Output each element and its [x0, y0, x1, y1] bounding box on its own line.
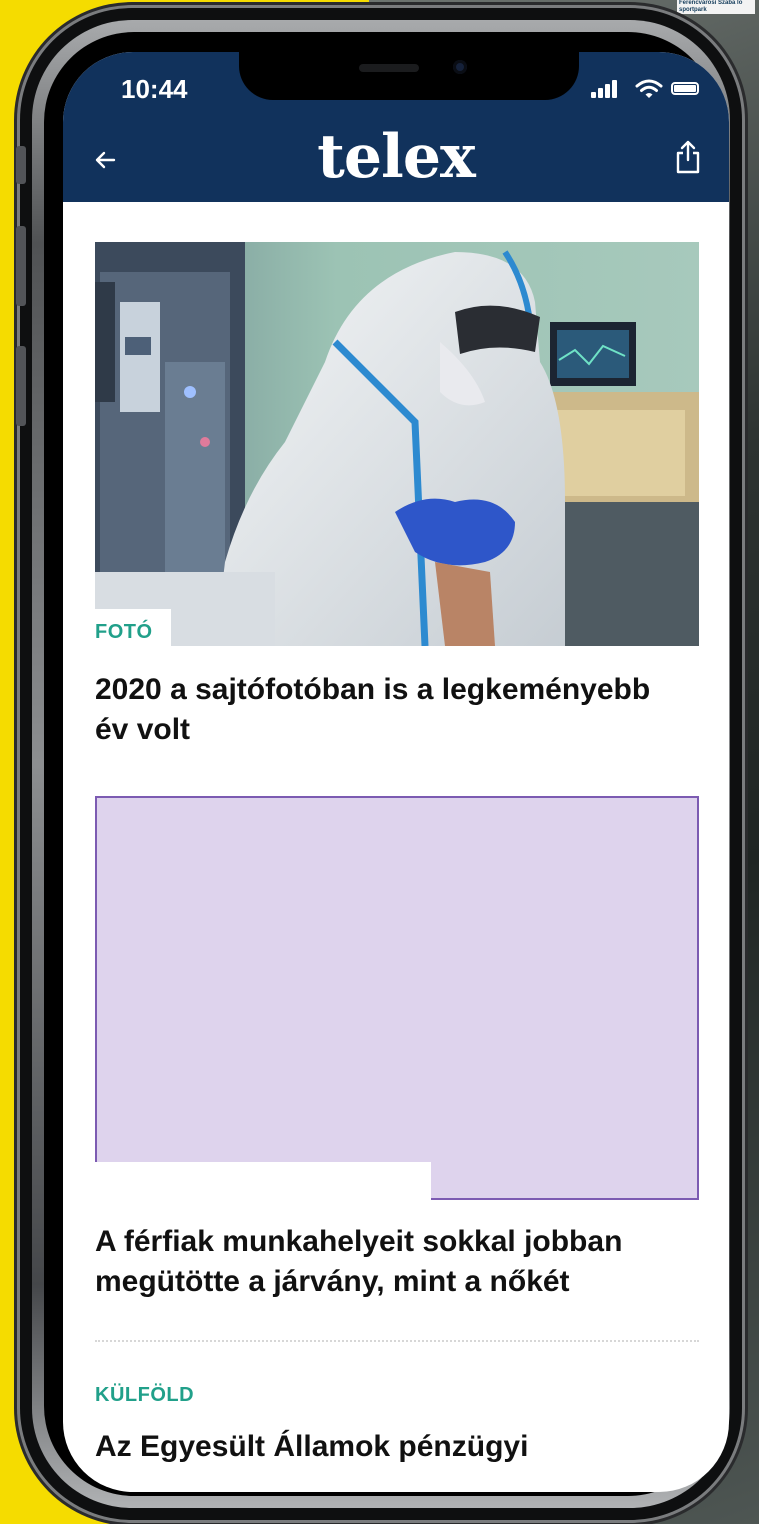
phone-notch	[239, 52, 579, 100]
article-divider	[95, 1340, 699, 1342]
share-icon[interactable]	[675, 140, 701, 174]
background-sign-text: Ferencvárosi Szaba lo sportpark	[677, 0, 755, 14]
ad-placeholder[interactable]	[95, 796, 699, 1200]
status-icons	[585, 76, 703, 102]
ad-label-gap	[95, 1162, 431, 1200]
article-title[interactable]: A férfiak munkahelyeit sokkal jobban meg…	[95, 1222, 699, 1302]
article-list: FOTÓ 2020 a sajtófotóban is a legkeménye…	[95, 242, 699, 1467]
status-time: 10:44	[121, 74, 188, 104]
phone-screen: 10:44 telex FOTÓ 2020 a sajtófotóban is …	[63, 52, 729, 1492]
battery-icon	[671, 82, 699, 95]
article-title[interactable]: 2020 a sajtófotóban is a legkeményebb év…	[95, 670, 655, 750]
wifi-icon	[635, 79, 663, 98]
cellular-signal-icon	[585, 76, 621, 102]
article-tag[interactable]: FOTÓ	[95, 621, 153, 644]
volume-up-button	[16, 226, 26, 306]
article-tag-wrapper: FOTÓ	[95, 609, 171, 646]
mute-switch	[16, 146, 26, 184]
article-title[interactable]: Az Egyesült Államok pénzügyi	[95, 1427, 699, 1467]
article-tag[interactable]: KÜLFÖLD	[95, 1384, 194, 1407]
hospital-photo-image	[95, 242, 699, 646]
telex-logo[interactable]: telex	[63, 122, 729, 192]
article-photo[interactable]: FOTÓ	[95, 242, 699, 646]
article-card-1[interactable]: FOTÓ 2020 a sajtófotóban is a legkeménye…	[95, 242, 699, 750]
earpiece-speaker	[359, 64, 419, 72]
front-camera	[453, 60, 467, 74]
volume-down-button	[16, 346, 26, 426]
app-header: 10:44 telex	[63, 52, 729, 202]
